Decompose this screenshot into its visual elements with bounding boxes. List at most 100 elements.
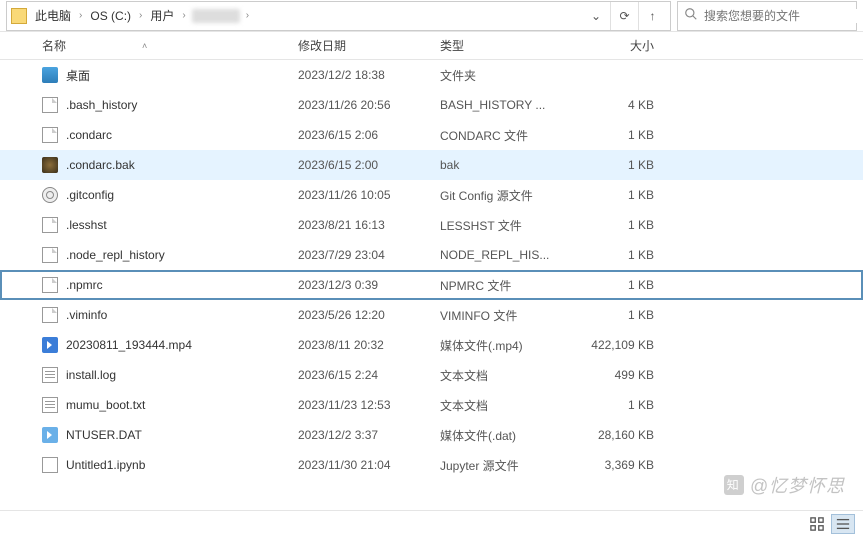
refresh-icon[interactable]: ⟳: [610, 2, 638, 30]
file-size: 1 KB: [566, 398, 664, 412]
folder-icon: [11, 8, 27, 24]
file-date: 2023/12/2 3:37: [298, 428, 440, 442]
text-icon: [42, 367, 58, 383]
file-type: CONDARC 文件: [440, 127, 566, 144]
file-name: .condarc: [66, 128, 112, 142]
file-size: 4 KB: [566, 98, 664, 112]
chevron-right-icon[interactable]: ›: [73, 10, 88, 21]
file-row[interactable]: .condarc2023/6/15 2:06CONDARC 文件1 KB: [0, 120, 863, 150]
file-size: 3,369 KB: [566, 458, 664, 472]
file-name: .lesshst: [66, 218, 107, 232]
breadcrumb-item[interactable]: 用户: [148, 7, 176, 24]
chevron-right-icon[interactable]: ›: [240, 10, 255, 21]
chevron-right-icon[interactable]: ›: [176, 10, 191, 21]
file-icon: [42, 97, 58, 113]
file-row[interactable]: Untitled1.ipynb 2023/11/30 21:04Jupyter 源…: [0, 450, 863, 480]
file-size: 1 KB: [566, 218, 664, 232]
file-row[interactable]: NTUSER.DAT 2023/12/2 3:37媒体文件(.dat)28,160…: [0, 420, 863, 450]
video-icon: [42, 337, 58, 353]
file-date: 2023/6/15 2:24: [298, 368, 440, 382]
file-type: Git Config 源文件: [440, 187, 566, 204]
file-name: NTUSER.DAT: [66, 428, 142, 442]
status-bar: [0, 510, 863, 536]
gear-icon: [42, 187, 58, 203]
file-date: 2023/8/11 20:32: [298, 338, 440, 352]
file-row[interactable]: .lesshst2023/8/21 16:13LESSHST 文件1 KB: [0, 210, 863, 240]
file-row[interactable]: mumu_boot.txt2023/11/23 12:53文本文档1 KB: [0, 390, 863, 420]
file-size: 1 KB: [566, 308, 664, 322]
file-type: 文本文档: [440, 367, 566, 384]
file-date: 2023/5/26 12:20: [298, 308, 440, 322]
column-header-type[interactable]: 类型: [440, 37, 566, 54]
desktop-icon: [42, 67, 58, 83]
file-row[interactable]: .condarc.bak 2023/6/15 2:00bak1 KB: [0, 150, 863, 180]
file-date: 2023/8/21 16:13: [298, 218, 440, 232]
file-date: 2023/11/26 20:56: [298, 98, 440, 112]
breadcrumb-item-blurred[interactable]: [192, 9, 240, 23]
file-icon: [42, 277, 58, 293]
file-size: 1 KB: [566, 188, 664, 202]
file-type: NPMRC 文件: [440, 277, 566, 294]
address-toolbar: 此电脑 › OS (C:) › 用户 › › ⌄ ⟳ ↑: [0, 0, 863, 32]
file-icon: [42, 307, 58, 323]
column-headers: 名称˄ 修改日期 类型 大小: [0, 32, 863, 60]
search-icon: [684, 7, 698, 24]
file-size: 28,160 KB: [566, 428, 664, 442]
file-type: 文本文档: [440, 397, 566, 414]
file-date: 2023/12/3 0:39: [298, 278, 440, 292]
file-date: 2023/6/15 2:00: [298, 158, 440, 172]
search-input[interactable]: [704, 9, 859, 23]
file-row[interactable]: .viminfo2023/5/26 12:20VIMINFO 文件1 KB: [0, 300, 863, 330]
file-type: NODE_REPL_HIS...: [440, 248, 566, 262]
column-header-size[interactable]: 大小: [566, 37, 664, 54]
file-date: 2023/11/26 10:05: [298, 188, 440, 202]
file-date: 2023/11/30 21:04: [298, 458, 440, 472]
file-size: 1 KB: [566, 278, 664, 292]
file-size: 1 KB: [566, 158, 664, 172]
file-name: .node_repl_history: [66, 248, 165, 262]
file-name: .viminfo: [66, 308, 107, 322]
chevron-down-icon[interactable]: ⌄: [582, 2, 610, 30]
bak-icon: [42, 157, 58, 173]
file-row[interactable]: .gitconfig 2023/11/26 10:05Git Config 源文件…: [0, 180, 863, 210]
file-name: Untitled1.ipynb: [66, 458, 145, 472]
breadcrumb-item[interactable]: 此电脑: [33, 7, 73, 24]
file-icon: [42, 217, 58, 233]
up-icon[interactable]: ↑: [638, 2, 666, 30]
file-row[interactable]: 桌面2023/12/2 18:38文件夹: [0, 60, 863, 90]
breadcrumb-item[interactable]: OS (C:): [88, 9, 133, 23]
file-type: 媒体文件(.mp4): [440, 337, 566, 354]
file-row[interactable]: .npmrc 2023/12/3 0:39NPMRC 文件1 KB: [0, 270, 863, 300]
column-header-name[interactable]: 名称˄: [42, 37, 298, 54]
dat-icon: [42, 427, 58, 443]
file-list[interactable]: 桌面2023/12/2 18:38文件夹.bash_history2023/11…: [0, 60, 863, 508]
file-name: 20230811_193444.mp4: [66, 338, 192, 352]
view-thumbnails-button[interactable]: [805, 514, 829, 534]
view-details-button[interactable]: [831, 514, 855, 534]
file-row[interactable]: 20230811_193444.mp4 2023/8/11 20:32媒体文件(.…: [0, 330, 863, 360]
file-row[interactable]: .bash_history 2023/11/26 20:56BASH_HISTOR…: [0, 90, 863, 120]
file-name: .gitconfig: [66, 188, 114, 202]
file-date: 2023/12/2 18:38: [298, 68, 440, 82]
file-size: 422,109 KB: [566, 338, 664, 352]
file-type: bak: [440, 158, 566, 172]
file-type: BASH_HISTORY ...: [440, 98, 566, 112]
file-name: 桌面: [66, 67, 90, 84]
file-icon: [42, 127, 58, 143]
file-name: .condarc.bak: [66, 158, 135, 172]
chevron-right-icon[interactable]: ›: [133, 10, 148, 21]
file-row[interactable]: install.log2023/6/15 2:24文本文档499 KB: [0, 360, 863, 390]
file-type: Jupyter 源文件: [440, 457, 566, 474]
sort-indicator-icon: ˄: [142, 41, 147, 51]
column-header-date[interactable]: 修改日期: [298, 37, 440, 54]
file-name: .npmrc: [66, 278, 103, 292]
file-row[interactable]: .node_repl_history 2023/7/29 23:04NODE_RE…: [0, 240, 863, 270]
search-box[interactable]: [677, 1, 857, 31]
file-date: 2023/7/29 23:04: [298, 248, 440, 262]
breadcrumb[interactable]: 此电脑 › OS (C:) › 用户 › › ⌄ ⟳ ↑: [6, 1, 671, 31]
file-type: 媒体文件(.dat): [440, 427, 566, 444]
jupyter-icon: [42, 457, 58, 473]
file-date: 2023/11/23 12:53: [298, 398, 440, 412]
file-name: .bash_history: [66, 98, 137, 112]
file-name: install.log: [66, 368, 116, 382]
